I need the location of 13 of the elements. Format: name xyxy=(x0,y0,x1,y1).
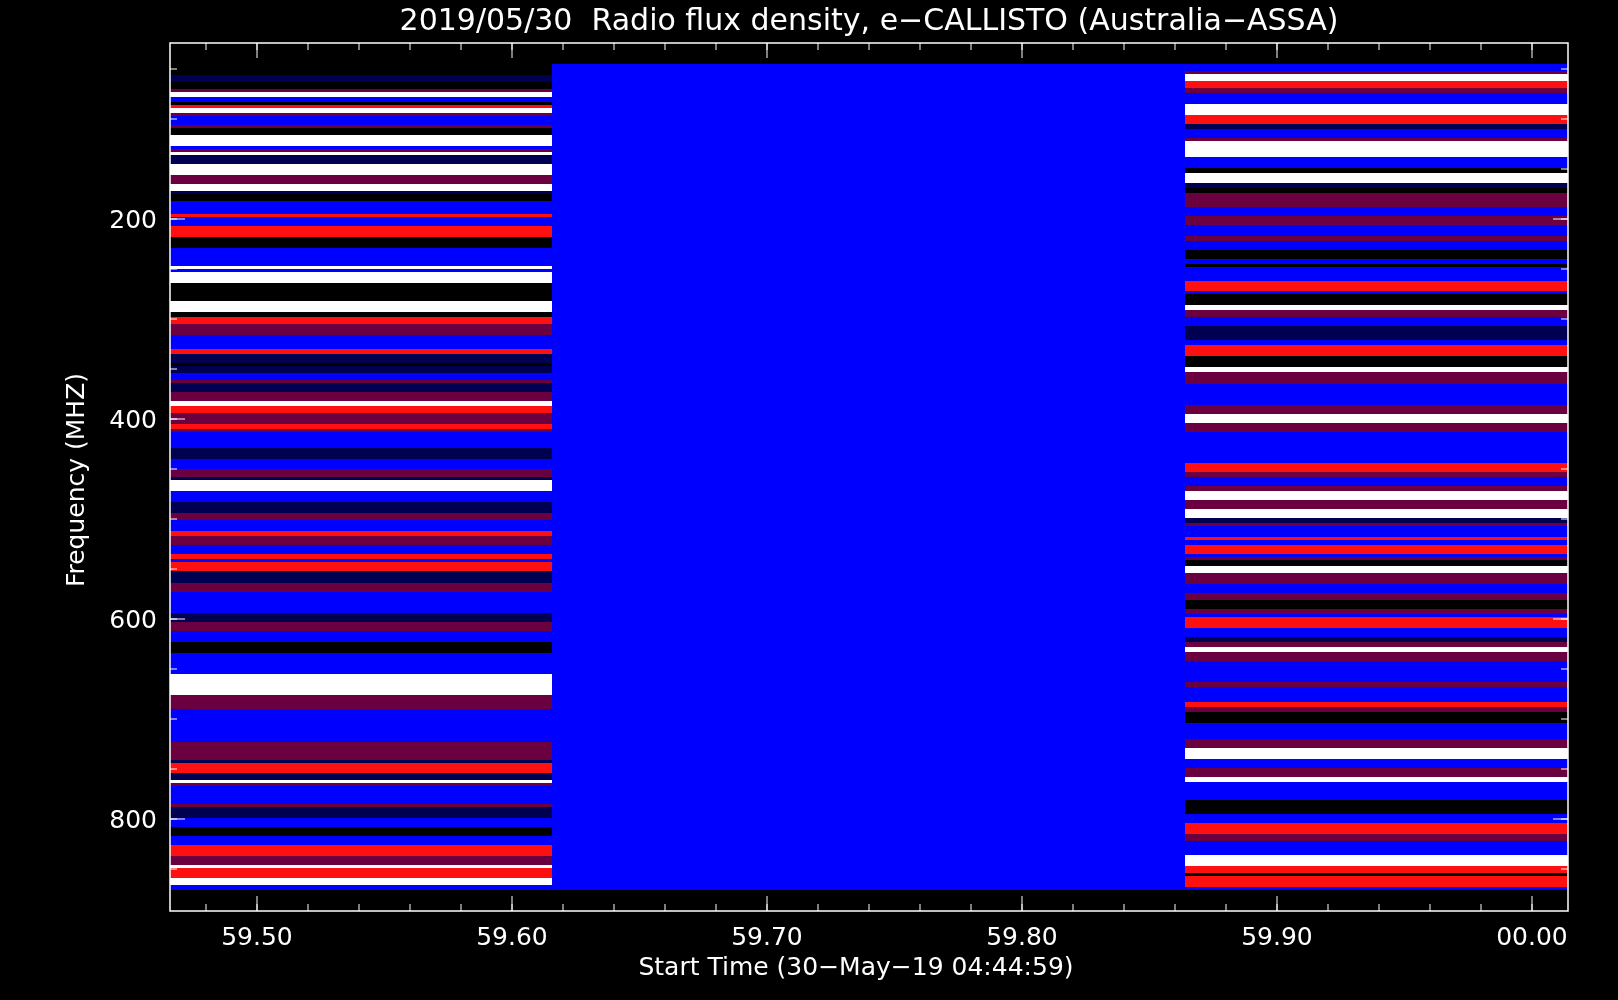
y-tick-label: 600 xyxy=(109,605,157,634)
y-axis-label: Frequency (MHZ) xyxy=(61,372,90,588)
x-axis-label: Start Time (30−May−19 04:44:59) xyxy=(638,952,1074,981)
y-tick-label: 200 xyxy=(109,205,157,234)
x-tick-label: 59.60 xyxy=(476,922,548,951)
x-tick-label: 59.90 xyxy=(1241,922,1313,951)
plot-title: 2019/05/30 Radio flux density, e−CALLISTO (Australia−ASSA) xyxy=(399,2,1339,37)
x-tick-label: 59.70 xyxy=(731,922,803,951)
y-tick-label: 800 xyxy=(109,805,157,834)
y-tick-label: 400 xyxy=(109,405,157,434)
x-tick-label: 00.00 xyxy=(1496,922,1568,951)
x-tick-label: 59.80 xyxy=(986,922,1058,951)
x-tick-label: 59.50 xyxy=(221,922,293,951)
